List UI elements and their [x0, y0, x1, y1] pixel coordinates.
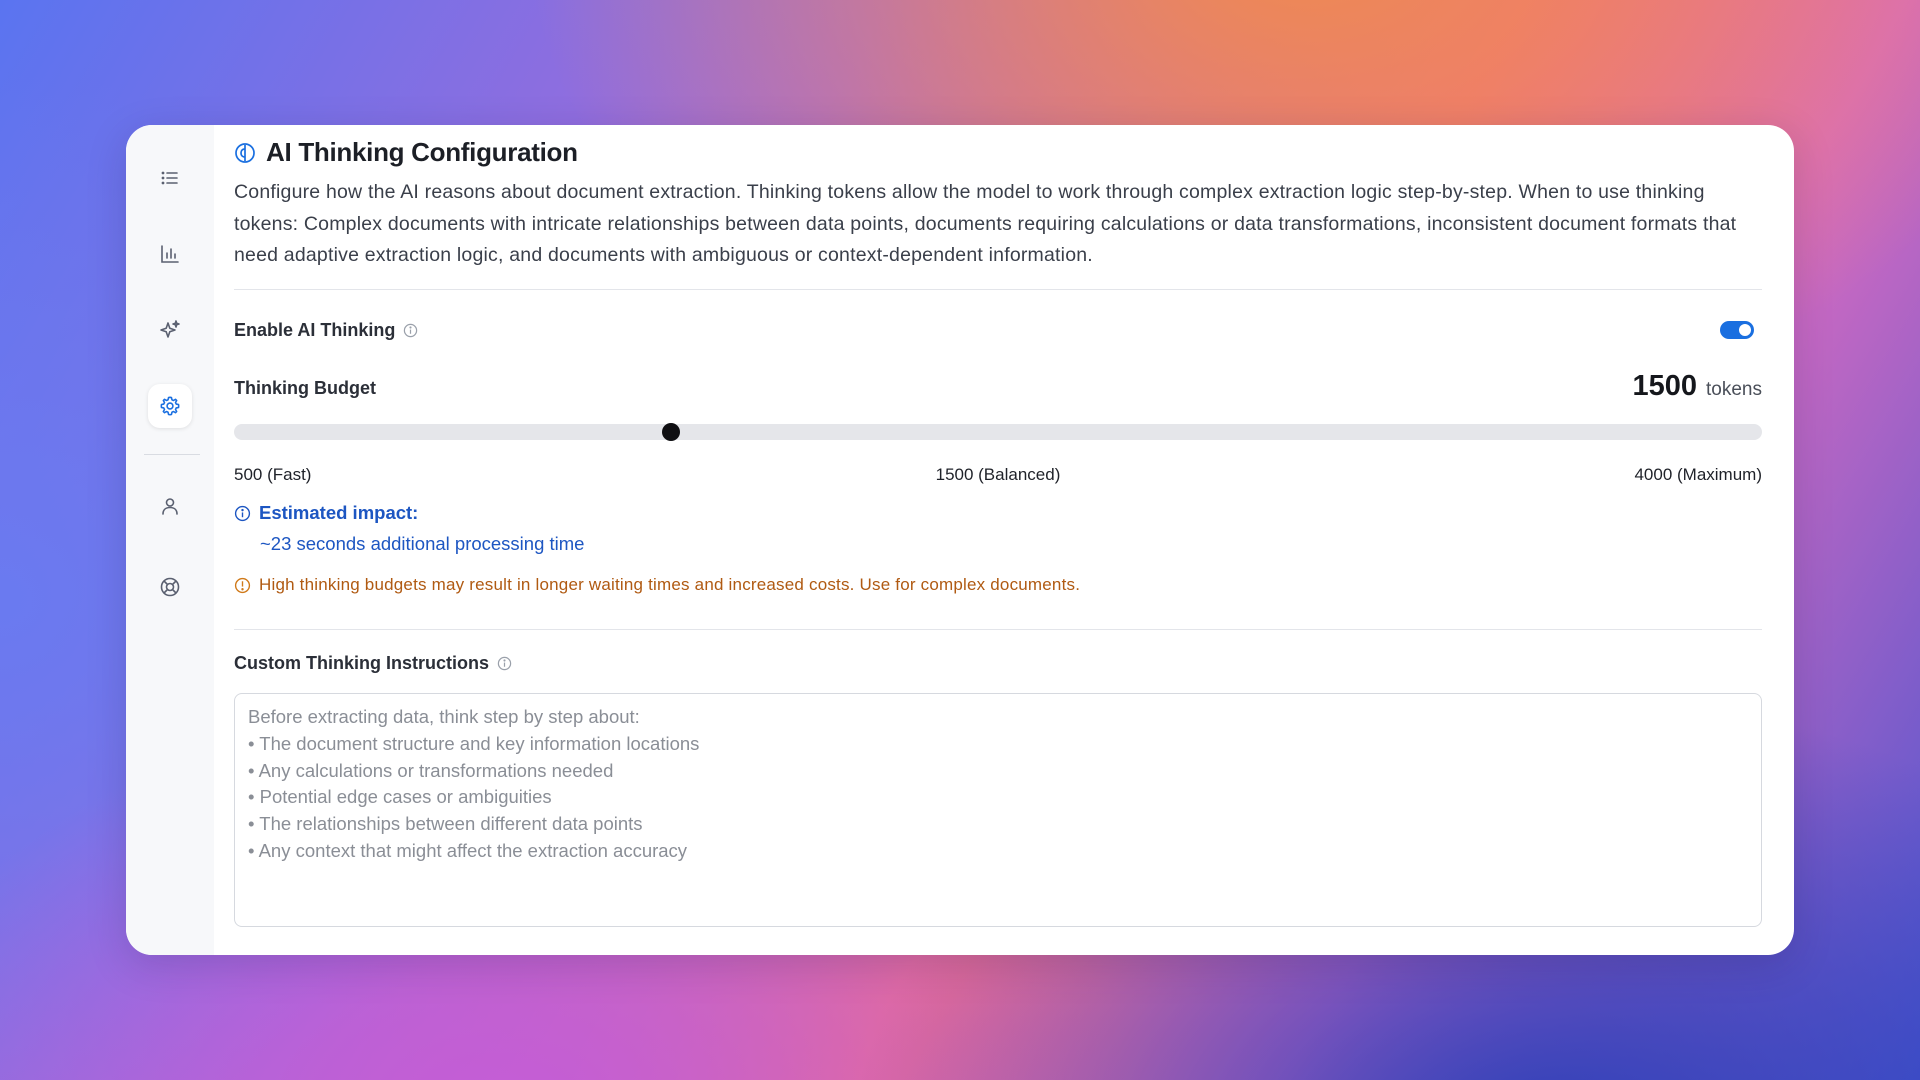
- header: AI Thinking Configuration: [234, 137, 578, 168]
- warning-notice: High thinking budgets may result in long…: [234, 575, 1080, 595]
- toggle-knob: [1739, 324, 1751, 336]
- warning-icon: [234, 577, 251, 593]
- list-icon: [161, 171, 178, 185]
- sidebar-divider: [144, 454, 200, 455]
- custom-instructions-input[interactable]: Before extracting data, think step by st…: [234, 693, 1762, 927]
- warning-text: High thinking budgets may result in long…: [259, 575, 1081, 594]
- divider: [234, 629, 1762, 630]
- info-icon[interactable]: [403, 323, 418, 338]
- custom-instructions-label: Custom Thinking Instructions: [234, 653, 489, 673]
- slider-max-label: 4000 (Maximum): [1634, 465, 1762, 484]
- divider: [234, 289, 1762, 290]
- budget-row: Thinking Budget: [234, 378, 1762, 399]
- gear-icon: [160, 396, 180, 416]
- slider-thumb[interactable]: [661, 423, 680, 441]
- budget-label: Thinking Budget: [234, 378, 376, 398]
- sidebar-item-settings[interactable]: [148, 384, 192, 428]
- enable-thinking-label: Enable AI Thinking: [234, 320, 396, 340]
- info-icon: [234, 505, 251, 521]
- sidebar-item-ai[interactable]: [148, 308, 192, 352]
- chart-icon: [161, 245, 179, 263]
- enable-thinking-toggle[interactable]: [1720, 321, 1754, 339]
- slider-mid-label: 1500 (Balanced): [935, 465, 1061, 484]
- info-icon[interactable]: [497, 656, 512, 671]
- enable-thinking-row: Enable AI Thinking: [234, 320, 1762, 341]
- sidebar: [126, 125, 214, 955]
- budget-value: 1500: [1632, 370, 1698, 402]
- settings-card: AI Thinking Configuration Configure how …: [126, 125, 1794, 955]
- impact-detail: ~23 seconds additional processing time: [260, 533, 585, 554]
- lifebuoy-icon: [160, 577, 180, 597]
- sidebar-item-analytics[interactable]: [148, 232, 192, 276]
- budget-value-display: 1500 tokens: [1633, 370, 1763, 403]
- sparkles-icon: [160, 320, 180, 338]
- impact-title: Estimated impact:: [259, 502, 419, 523]
- page-title: AI Thinking Configuration: [266, 137, 578, 167]
- main-content: AI Thinking Configuration Configure how …: [234, 125, 1762, 955]
- custom-instructions-row: Custom Thinking Instructions: [234, 653, 1762, 674]
- brain-icon: [235, 142, 255, 163]
- impact-notice: Estimated impact:: [234, 502, 418, 524]
- page-description: Configure how the AI reasons about docum…: [234, 181, 1737, 266]
- budget-unit: tokens: [1706, 379, 1762, 400]
- user-icon: [162, 498, 178, 515]
- budget-slider[interactable]: [234, 423, 1762, 441]
- sidebar-item-list[interactable]: [148, 156, 192, 200]
- sidebar-item-profile[interactable]: [148, 484, 192, 528]
- sidebar-item-help[interactable]: [148, 565, 192, 609]
